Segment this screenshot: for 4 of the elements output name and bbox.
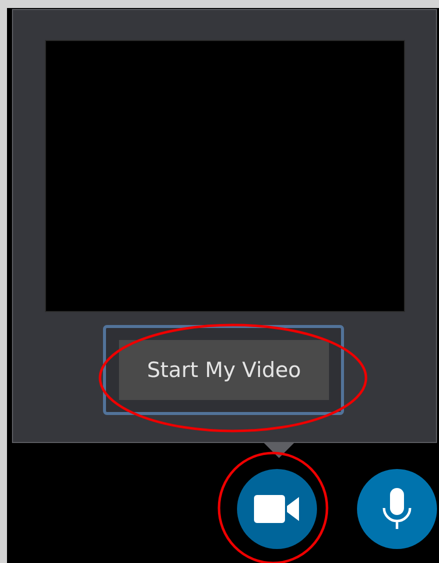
start-video-button[interactable]: Start My Video (119, 340, 329, 400)
video-camera-icon (254, 494, 300, 524)
microphone-icon (382, 488, 412, 530)
video-button[interactable] (237, 469, 317, 549)
